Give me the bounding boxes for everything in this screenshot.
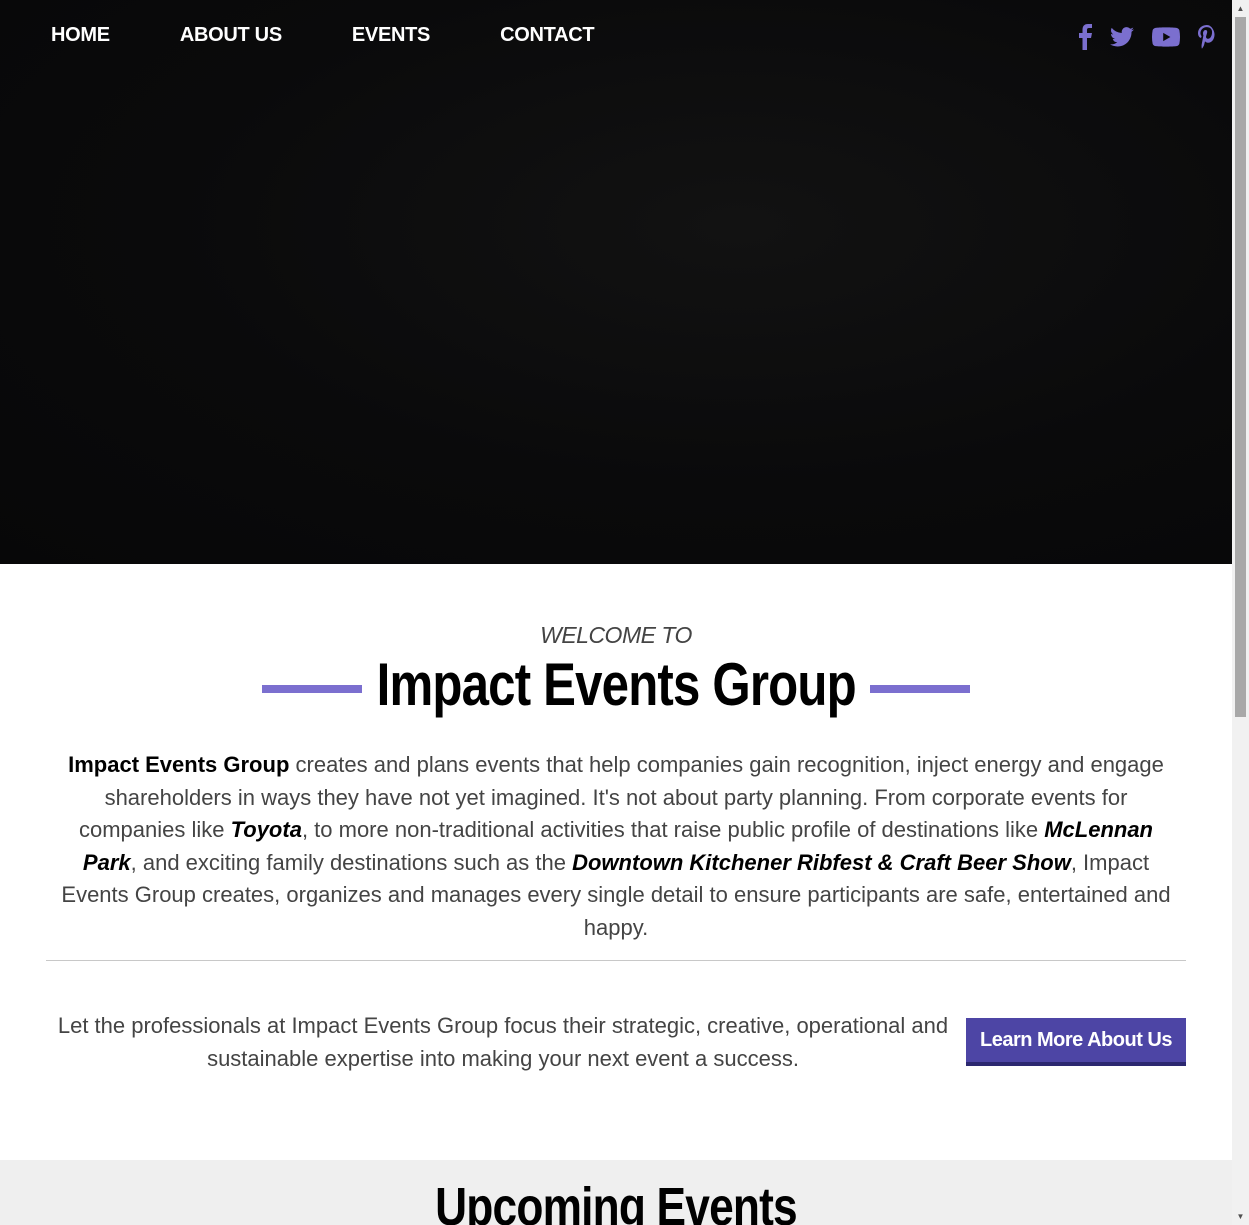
title-bar-left <box>261 684 362 693</box>
nav-about-us[interactable]: ABOUT US <box>180 24 282 47</box>
twitter-icon[interactable] <box>1110 27 1134 47</box>
cta-text: Let the professionals at Impact Events G… <box>57 1013 949 1071</box>
page: HOME ABOUT US EVENTS CONTACT WELCOME TO … <box>0 0 1232 1225</box>
scrollbar-thumb[interactable] <box>1235 17 1246 717</box>
learn-more-button[interactable]: Learn More About Us <box>966 1018 1186 1066</box>
page-title: Impact Events Group <box>376 651 856 718</box>
scroll-down-icon[interactable]: ▼ <box>1232 1208 1249 1225</box>
main-nav: HOME ABOUT US EVENTS CONTACT <box>51 24 664 47</box>
intro-text-3: , and exciting family destinations such … <box>130 849 573 875</box>
welcome-label: WELCOME TO <box>540 622 692 648</box>
intro-text-2: , to more non-traditional activities tha… <box>301 817 1045 842</box>
nav-contact[interactable]: CONTACT <box>500 24 594 47</box>
facebook-icon[interactable] <box>1078 24 1092 50</box>
intro-paragraph: Impact Events Group creates and plans ev… <box>50 749 1182 944</box>
upcoming-events-heading: Upcoming Events <box>435 1177 798 1225</box>
scrollbar[interactable]: ▲ ▼ <box>1232 0 1249 1225</box>
nav-events[interactable]: EVENTS <box>352 24 431 47</box>
title-bar-right <box>870 684 971 693</box>
intro-ribfest: Downtown Kitchener Ribfest & Craft Beer … <box>572 849 1071 875</box>
scroll-up-icon[interactable]: ▲ <box>1232 0 1249 17</box>
hero-banner: HOME ABOUT US EVENTS CONTACT <box>0 0 1232 564</box>
intro-brand: Impact Events Group <box>68 752 290 777</box>
upcoming-events-section: Upcoming Events <box>0 1160 1232 1225</box>
title-row: Impact Events Group <box>0 650 1232 719</box>
nav-home[interactable]: HOME <box>51 24 110 47</box>
intro-toyota: Toyota <box>230 817 302 842</box>
youtube-icon[interactable] <box>1152 26 1180 48</box>
social-links <box>1060 24 1216 50</box>
section-divider <box>46 960 1186 961</box>
pinterest-icon[interactable] <box>1198 25 1216 49</box>
